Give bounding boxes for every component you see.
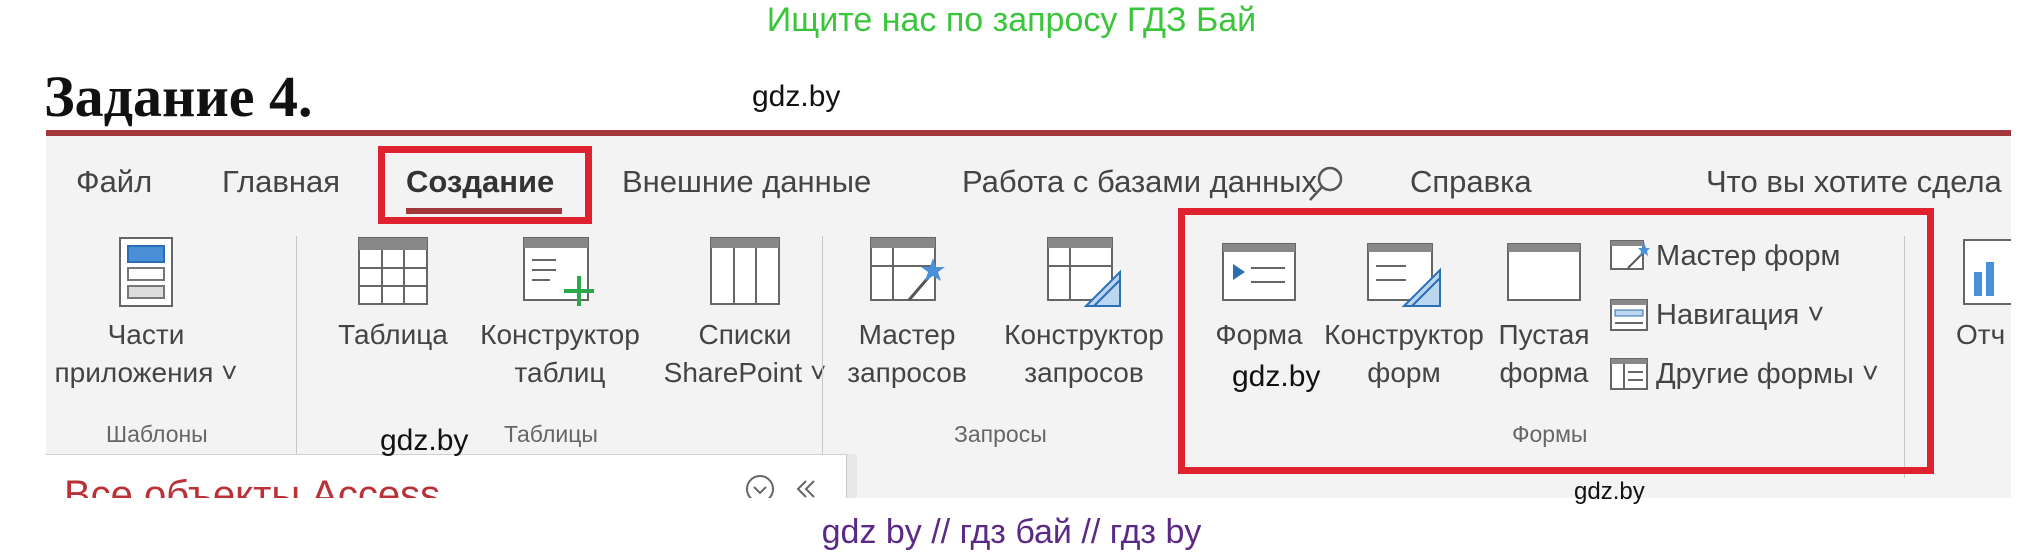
- footer-text: gdz by // гдз бай // гдз by: [821, 513, 1202, 551]
- app-parts-label-1: Части: [107, 319, 185, 350]
- query-design-button[interactable]: Конструктор запросов: [984, 236, 1184, 392]
- query-wizard-icon: [870, 237, 945, 301]
- sharepoint-lists-label-1: Списки: [698, 319, 792, 350]
- tab-help[interactable]: Справка: [1410, 162, 1532, 202]
- app-parts-icon: [119, 237, 173, 307]
- report-label: Отч: [1956, 319, 2006, 350]
- watermark: gdz.by: [380, 424, 469, 457]
- report-icon: [1963, 239, 2011, 305]
- table-design-button[interactable]: Конструктор таблиц: [450, 236, 670, 392]
- tab-external-data[interactable]: Внешние данные: [622, 162, 871, 202]
- group-label-templates: Шаблоны: [106, 421, 208, 447]
- tab-file[interactable]: Файл: [76, 162, 152, 202]
- task-title: Задание 4.: [44, 64, 313, 129]
- tab-database-tools[interactable]: Работа с базами данных: [962, 162, 1317, 202]
- pane-menu-chevron-icon[interactable]: [744, 473, 776, 498]
- table-design-label-1: Конструктор: [480, 319, 640, 350]
- sharepoint-lists-button[interactable]: Списки SharePoint ˅: [650, 236, 840, 392]
- search-icon[interactable]: [1306, 164, 1346, 204]
- query-design-label-2: запросов: [1024, 357, 1144, 388]
- query-wizard-button[interactable]: Мастер запросов: [842, 236, 972, 392]
- table-label: Таблица: [338, 319, 448, 350]
- app-parts-button[interactable]: Части приложения ˅: [46, 236, 246, 392]
- pane-splitter[interactable]: [846, 454, 857, 498]
- sharepoint-lists-label-2: SharePoint ˅: [663, 357, 827, 388]
- query-design-label-1: Конструктор: [1004, 319, 1164, 350]
- group-separator: [822, 236, 823, 478]
- highlight-create-tab: [378, 146, 592, 224]
- collapse-pane-icon[interactable]: [794, 477, 818, 498]
- promo-banner: Ищите нас по запросу ГДЗ Бай: [766, 1, 1257, 39]
- group-label-tables: Таблицы: [504, 421, 598, 447]
- watermark: gdz.by: [1574, 478, 1645, 505]
- watermark: gdz.by: [752, 80, 841, 113]
- query-wizard-label-2: запросов: [847, 357, 967, 388]
- sharepoint-lists-icon: [710, 237, 780, 305]
- watermark: gdz.by: [1232, 360, 1321, 393]
- group-separator: [296, 236, 297, 478]
- query-design-icon: [1047, 237, 1121, 307]
- tell-me-search-input[interactable]: Что вы хотите сдела: [1706, 162, 2002, 202]
- group-label-queries: Запросы: [954, 421, 1047, 447]
- app-parts-label-2: приложения ˅: [54, 357, 238, 388]
- report-button[interactable]: Отч: [1946, 236, 2011, 354]
- table-button[interactable]: Таблица: [318, 236, 468, 354]
- navigation-pane: Все объекты Access: [46, 454, 850, 498]
- tab-home[interactable]: Главная: [222, 162, 340, 202]
- table-icon: [358, 237, 428, 305]
- highlight-forms-group: [1178, 208, 1934, 474]
- query-wizard-label-1: Мастер: [858, 319, 956, 350]
- table-design-label-2: таблиц: [514, 357, 606, 388]
- navigation-pane-title[interactable]: Все объекты Access: [64, 473, 440, 498]
- table-design-icon: [523, 237, 594, 306]
